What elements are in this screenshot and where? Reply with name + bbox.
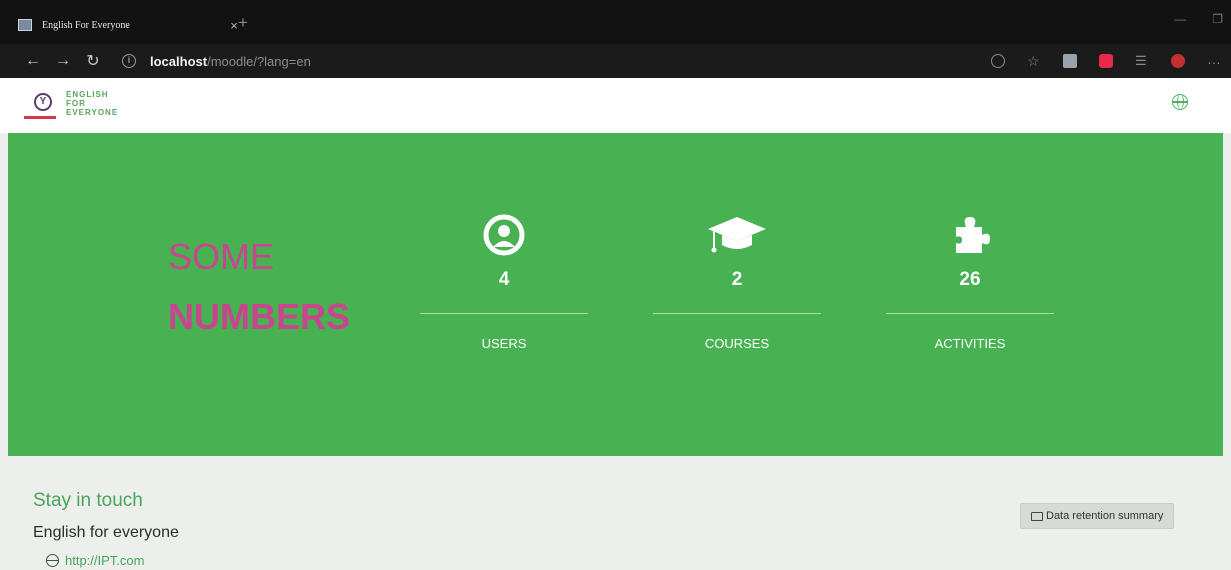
data-retention-button[interactable]: Data retention summary [1020,503,1175,529]
site-logo[interactable]: Y ENGLISH FOR EVERYONE [24,90,154,124]
url-host: localhost [150,53,208,69]
globe-icon [46,554,59,567]
stat-label: COURSES [704,336,770,351]
extension-icon[interactable] [1099,54,1113,68]
browser-toolbar: ☆ ☰ … [991,44,1221,78]
logo-text: ENGLISH FOR EVERYONE [66,90,119,117]
stats-section: SOME NUMBERS 4 USERS 2 COURSES 26 ACTIVI… [8,133,1223,456]
divider [420,313,588,314]
stat-label: USERS [481,336,527,351]
address-bar: ← → ↻ i localhost/moodle/?lang=en ☆ ☰ … [0,44,1231,78]
more-icon[interactable]: … [1207,52,1221,68]
footer-website-link[interactable]: http://IPT.com [46,553,144,568]
favorites-icon[interactable]: ☰ [1135,54,1149,68]
stat-users: 4 USERS [420,213,588,363]
divider [653,313,821,314]
user-icon [420,213,588,257]
puzzle-icon [886,213,1054,257]
stat-value: 2 [731,269,743,290]
browser-tab[interactable]: English For Everyone × [18,12,243,38]
tab-title: English For Everyone [42,19,130,31]
stat-courses: 2 COURSES [653,213,821,363]
site-header: Y ENGLISH FOR EVERYONE [0,78,1231,133]
new-tab-button[interactable]: + [238,14,248,32]
logo-emblem-icon: Y [34,93,52,111]
profile-avatar[interactable] [1171,54,1185,68]
footer-org-name: English for everyone [33,524,179,541]
browser-tab-bar: English For Everyone × + — ❐ [0,0,1231,44]
back-icon[interactable]: ← [18,52,48,70]
forward-icon[interactable]: → [48,52,78,70]
stat-activities: 26 ACTIVITIES [886,213,1054,363]
stat-value: 4 [498,269,510,290]
window-controls: — ❐ [1174,12,1223,26]
globe-icon[interactable] [1172,94,1188,110]
restore-icon[interactable]: ❐ [1212,12,1223,26]
footer-title: Stay in touch [33,490,143,511]
graduation-cap-icon [653,213,821,257]
stat-label: ACTIVITIES [934,336,1006,351]
extension-icon[interactable] [1063,54,1077,68]
url-path: /moodle/?lang=en [207,53,311,69]
url-field[interactable]: localhost/moodle/?lang=en [150,54,311,69]
minimize-icon[interactable]: — [1174,12,1186,26]
zoom-icon[interactable] [991,54,1005,68]
logo-accent [24,116,56,119]
divider [886,313,1054,314]
footer-link-text: http://IPT.com [65,553,145,568]
star-icon[interactable]: ☆ [1027,54,1041,68]
stat-value: 26 [959,269,981,290]
stats-heading: SOME NUMBERS [168,236,351,337]
info-icon[interactable]: i [122,54,136,68]
folder-icon [1031,511,1043,521]
favicon-icon [18,19,32,31]
data-retention-label: Data retention summary [1046,510,1164,522]
refresh-icon[interactable]: ↻ [78,51,108,71]
